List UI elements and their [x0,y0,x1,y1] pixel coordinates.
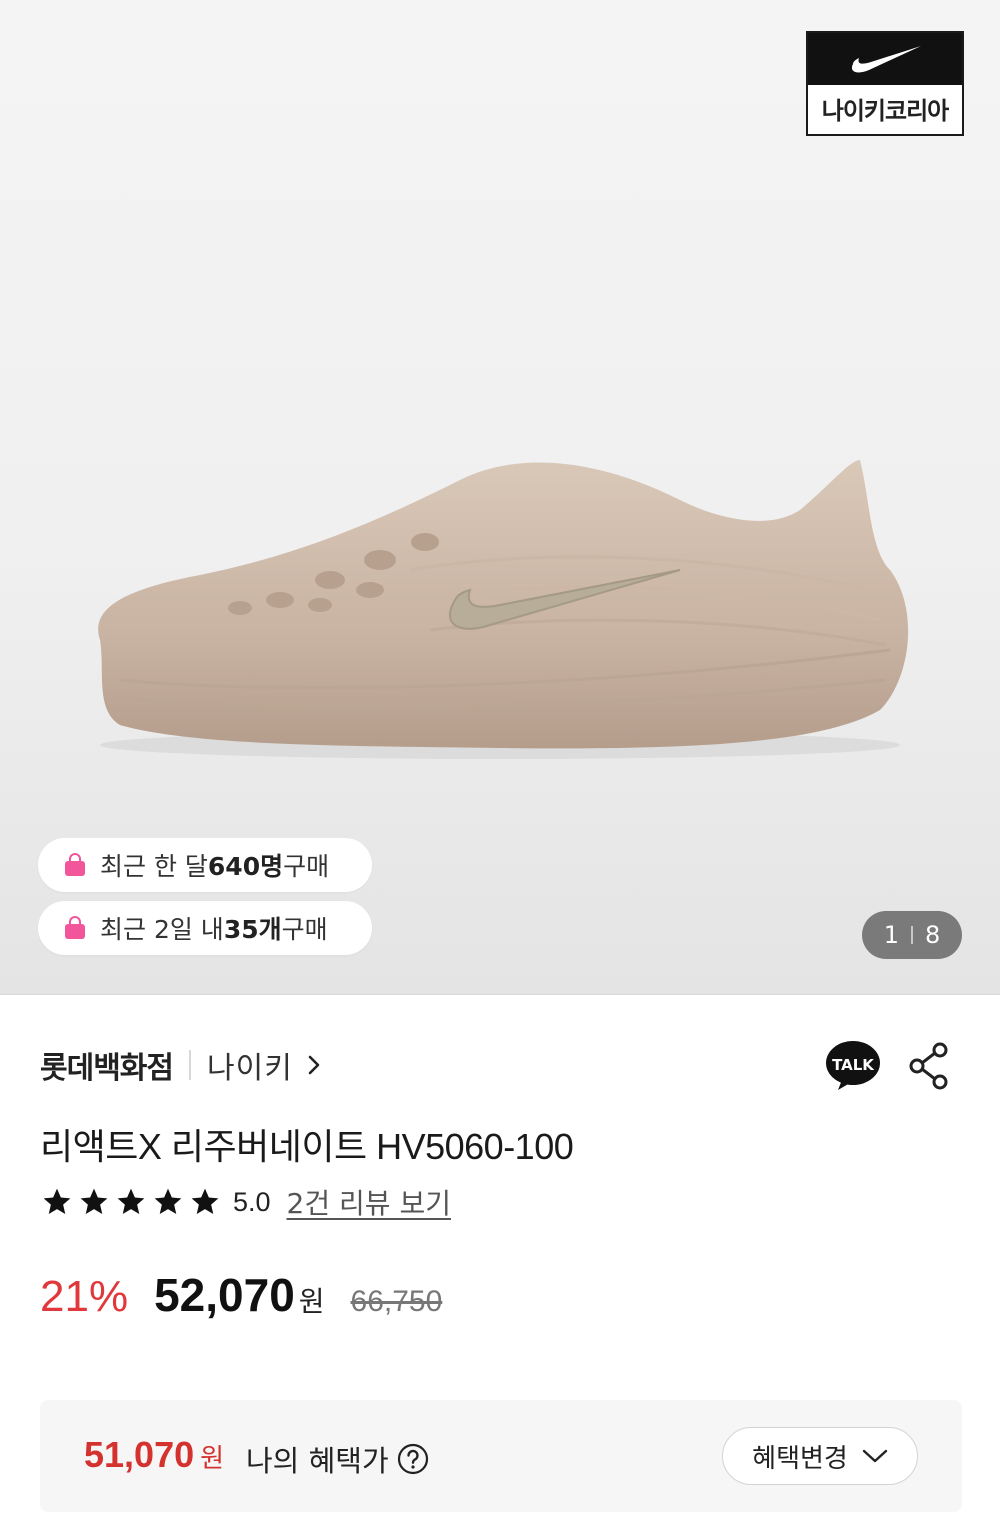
review-link[interactable]: 2건 리뷰 보기 [287,1182,451,1222]
badge-prefix: 최근 한 달 [100,852,208,881]
share-icon[interactable] [908,1042,952,1090]
badge-highlight: 35개 [223,915,282,944]
star-icon [80,1188,108,1214]
benefit-price: 51,070 원 [84,1434,224,1476]
discount-rate: 21% [40,1272,129,1321]
benefit-change-button[interactable]: 혜택변경 [722,1427,918,1485]
brand-name: 나이키 [207,1051,293,1086]
badge-suffix: 구매 [283,852,330,881]
chevron-right-icon [308,1055,320,1075]
kakao-talk-icon[interactable]: TALK [826,1040,882,1092]
sale-price: 52,070 [154,1269,295,1321]
store-name[interactable]: 롯데백화점 [40,1043,174,1087]
benefit-label: 나의 혜택가 [246,1438,429,1480]
recent-purchase-badge: 최근 2일 내 35개 구매 [38,901,372,955]
currency-unit: 원 [298,1286,325,1317]
benefit-label-text: 나의 혜택가 [246,1444,389,1478]
pager-current: 1 [883,921,899,949]
rating-score: 5.0 [233,1186,271,1217]
chevron-down-icon [862,1449,888,1463]
star-icon [117,1188,145,1214]
price-row: 21% 52,070 원 66,750 [40,1268,442,1328]
divider [0,994,1000,995]
shopping-bag-icon [65,853,85,876]
product-image-carousel[interactable]: 나이키코리아 최근 한 달 640명 구매 최근 2일 내 35개 구매 1 8 [0,0,1000,994]
star-icon [154,1188,182,1214]
benefit-price-value: 51,070 [84,1434,195,1475]
badge-suffix: 구매 [281,915,328,944]
product-shoe-image [98,460,909,759]
talk-label: TALK [832,1056,875,1074]
nike-korea-logo: 나이키코리아 [806,31,964,136]
seller-row: 롯데백화점 나이키 [40,1040,321,1090]
swoosh-icon [851,46,921,73]
badge-prefix: 최근 2일 내 [100,915,224,944]
product-title: 리액트X 리주버네이트 HV5060-100 [40,1126,574,1167]
pager-separator [911,926,913,944]
rating-row: 5.0 2건 리뷰 보기 [40,1180,451,1224]
benefit-change-label: 혜택변경 [752,1443,848,1474]
pager-total: 8 [925,921,941,949]
logo-text: 나이키코리아 [821,97,949,125]
star-rating [40,1186,225,1218]
monthly-purchase-badge: 최근 한 달 640명 구매 [38,838,372,892]
seller-divider [189,1050,191,1080]
benefit-price-box: 51,070 원 나의 혜택가 혜택변경 [40,1400,962,1512]
star-icon [191,1188,219,1214]
help-icon[interactable] [397,1443,429,1475]
brand-link[interactable]: 나이키 [207,1043,321,1087]
image-pager: 1 8 [862,911,962,959]
original-price: 66,750 [350,1285,443,1318]
badge-highlight: 640명 [207,852,284,881]
benefit-currency: 원 [200,1443,225,1473]
star-icon [43,1188,71,1214]
shopping-bag-icon [65,916,85,939]
